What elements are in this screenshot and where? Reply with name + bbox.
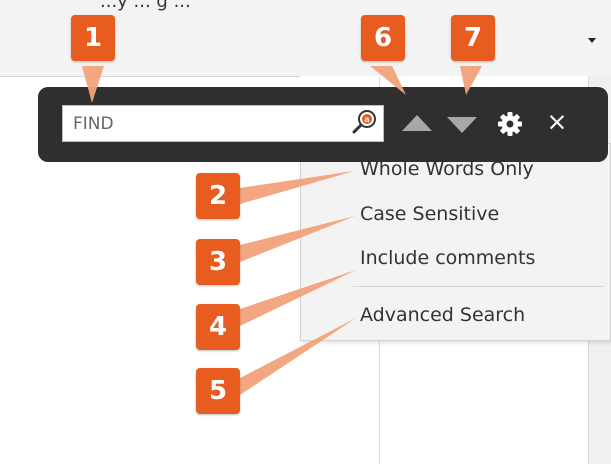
callout-badge-1: 1 <box>71 15 115 61</box>
menu-item-advanced-search[interactable]: Advanced Search <box>360 304 525 326</box>
callout-badge-7: 7 <box>451 15 495 61</box>
arrow-up-icon[interactable] <box>402 115 432 131</box>
callout-badge-5: 5 <box>196 368 240 414</box>
find-input[interactable] <box>62 105 384 142</box>
menu-item-include-comments[interactable]: Include comments <box>360 247 535 269</box>
menu-item-case-sensitive[interactable]: Case Sensitive <box>360 203 499 225</box>
callout-badge-6: 6 <box>361 15 405 61</box>
find-bar: a × <box>38 87 608 162</box>
svg-text:a: a <box>364 115 369 124</box>
search-options-menu: Whole Words Only Case Sensitive Include … <box>300 143 611 341</box>
close-icon[interactable]: × <box>543 106 571 138</box>
gear-icon[interactable] <box>496 110 524 138</box>
callout-badge-3: 3 <box>196 239 240 285</box>
callout-badge-4: 4 <box>196 304 240 350</box>
callout-badge-2: 2 <box>196 173 240 219</box>
toolbar-dropdown-icon[interactable] <box>588 38 596 43</box>
toolbar-cut-off-text: ...y ... g ... <box>100 0 191 12</box>
arrow-down-icon[interactable] <box>447 117 477 133</box>
search-icon[interactable]: a <box>350 108 378 136</box>
menu-separator <box>353 286 603 287</box>
